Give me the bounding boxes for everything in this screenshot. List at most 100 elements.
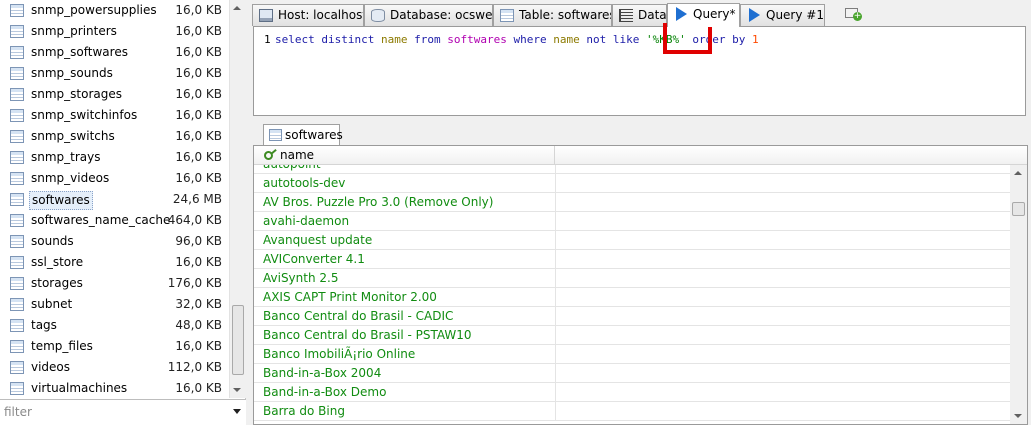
table-row[interactable]: AXIS CAPT Print Monitor 2.00	[254, 288, 1010, 307]
table-row[interactable]: autopoint	[254, 165, 1010, 174]
table-row[interactable]: Band-in-a-Box Demo	[254, 383, 1010, 402]
table-size: 112,0 KB	[167, 360, 222, 374]
name-cell[interactable]: Barra do Bing	[254, 402, 556, 421]
table-icon	[10, 25, 24, 38]
column-header-name[interactable]: name	[254, 146, 555, 165]
table-list-item[interactable]: snmp_videos 16,0 KB	[0, 168, 229, 189]
sql-keyword: select	[275, 33, 315, 46]
table-list-item[interactable]: snmp_printers 16,0 KB	[0, 21, 229, 42]
grid-scrollbar[interactable]	[1010, 165, 1027, 424]
table-list-item[interactable]: snmp_powersupplies 16,0 KB	[0, 0, 229, 21]
sql-editor[interactable]: 1 select distinct name from softwares wh…	[253, 23, 1026, 116]
table-list-item[interactable]: snmp_trays 16,0 KB	[0, 147, 229, 168]
table-list-item[interactable]: virtualmachines 16,0 KB	[0, 378, 229, 398]
table-list-item[interactable]: softwares_name_cache 464,0 KB	[0, 210, 229, 231]
table-list-item[interactable]: storages 176,0 KB	[0, 273, 229, 294]
table-list-item[interactable]: snmp_switchs 16,0 KB	[0, 126, 229, 147]
table-row[interactable]: AVIConverter 4.1	[254, 250, 1010, 269]
table-list-item[interactable]: temp_files 16,0 KB	[0, 336, 229, 357]
sql-keyword: like	[612, 33, 640, 46]
table-list-item[interactable]: snmp_switchinfos 16,0 KB	[0, 105, 229, 126]
new-query-tab-button[interactable]: +	[845, 7, 862, 21]
table-icon	[10, 361, 24, 374]
name-cell[interactable]: AXIS CAPT Print Monitor 2.00	[254, 288, 556, 307]
table-name: softwares_name_cache	[31, 213, 171, 227]
tab-table[interactable]: Table: softwares	[493, 4, 612, 26]
tree-scrollbar[interactable]	[229, 0, 246, 398]
scroll-up-arrow-icon[interactable]	[1014, 171, 1022, 175]
name-cell[interactable]: autopoint	[254, 165, 556, 174]
name-cell[interactable]: Band-in-a-Box 2004	[254, 364, 556, 383]
filter-dropdown-arrow-icon[interactable]	[233, 409, 241, 414]
table-list-item[interactable]: sounds 96,0 KB	[0, 231, 229, 252]
scroll-down-arrow-icon[interactable]	[1014, 414, 1022, 418]
scroll-down-arrow-icon[interactable]	[233, 388, 241, 392]
name-cell[interactable]: AV Bros. Puzzle Pro 3.0 (Remove Only)	[254, 193, 556, 212]
table-list-item[interactable]: ssl_store 16,0 KB	[0, 252, 229, 273]
table-row[interactable]: Avanquest update	[254, 231, 1010, 250]
table-row[interactable]: Band-in-a-Box 2004	[254, 364, 1010, 383]
grid-header: name	[254, 146, 1027, 165]
tab-host-label: Host: localhost	[278, 8, 364, 22]
sql-table-name: softwares	[447, 33, 507, 46]
table-row[interactable]: autotools-dev	[254, 174, 1010, 193]
table-name: storages	[31, 276, 83, 290]
table-size: 16,0 KB	[175, 150, 222, 164]
result-tab-label: softwares	[285, 128, 343, 142]
table-name: snmp_printers	[31, 24, 117, 38]
table-icon	[10, 193, 24, 206]
table-row[interactable]: Banco Central do Brasil - CADIC	[254, 307, 1010, 326]
table-list-item[interactable]: videos 112,0 KB	[0, 357, 229, 378]
tab-query-1[interactable]: Query #1	[740, 4, 825, 26]
grid-scroll-thumb[interactable]	[1012, 202, 1025, 216]
table-size: 16,0 KB	[175, 171, 222, 185]
table-list-item[interactable]: snmp_softwares 16,0 KB	[0, 42, 229, 63]
tab-strip: Host: localhost Database: ocsweb Table: …	[252, 3, 1031, 27]
table-row[interactable]: avahi-daemon	[254, 212, 1010, 231]
table-list-item[interactable]: softwares 24,6 MB	[0, 189, 229, 210]
name-cell[interactable]: AVIConverter 4.1	[254, 250, 556, 269]
tab-database[interactable]: Database: ocsweb	[364, 4, 493, 26]
table-icon	[10, 172, 24, 185]
table-list-item[interactable]: subnet 32,0 KB	[0, 294, 229, 315]
table-size: 16,0 KB	[175, 66, 222, 80]
name-cell[interactable]: AviSynth 2.5	[254, 269, 556, 288]
name-cell[interactable]: avahi-daemon	[254, 212, 556, 231]
table-size: 48,0 KB	[175, 318, 222, 332]
result-grid[interactable]: name autopointautotools-devAV Bros. Puzz…	[253, 145, 1028, 425]
tab-host[interactable]: Host: localhost	[252, 4, 364, 26]
tab-data[interactable]: Data	[612, 4, 667, 26]
table-row[interactable]: Banco ImobiliÃ¡rio Online	[254, 345, 1010, 364]
filter-input[interactable]	[0, 402, 225, 422]
filter-box[interactable]	[0, 399, 246, 425]
name-cell[interactable]: Band-in-a-Box Demo	[254, 383, 556, 402]
table-list-item[interactable]: snmp_sounds 16,0 KB	[0, 63, 229, 84]
name-cell[interactable]: autotools-dev	[254, 174, 556, 193]
tab-query-label: Query*	[693, 7, 736, 21]
database-icon	[371, 9, 385, 22]
table-size: 32,0 KB	[175, 297, 222, 311]
scroll-up-arrow-icon[interactable]	[233, 6, 241, 10]
table-size: 96,0 KB	[175, 234, 222, 248]
tree-scroll-thumb[interactable]	[232, 305, 244, 375]
sql-code-line[interactable]: 1 select distinct name from softwares wh…	[254, 32, 759, 48]
table-icon	[10, 256, 24, 269]
table-size: 16,0 KB	[175, 129, 222, 143]
table-row[interactable]: Barra do Bing	[254, 402, 1010, 421]
table-row[interactable]: AviSynth 2.5	[254, 269, 1010, 288]
table-icon	[10, 4, 24, 17]
name-cell[interactable]: Banco Central do Brasil - PSTAW10	[254, 326, 556, 345]
table-list-item[interactable]: snmp_storages 16,0 KB	[0, 84, 229, 105]
table-row[interactable]: Banco Central do Brasil - PSTAW10	[254, 326, 1010, 345]
table-name: videos	[31, 360, 71, 374]
name-cell[interactable]: Avanquest update	[254, 231, 556, 250]
result-tab-softwares[interactable]: softwares	[263, 124, 343, 145]
table-name: snmp_switchs	[31, 129, 115, 143]
table-list-item[interactable]: tags 48,0 KB	[0, 315, 229, 336]
name-cell[interactable]: Banco ImobiliÃ¡rio Online	[254, 345, 556, 364]
sql-string-literal: '%KB%'	[645, 33, 686, 46]
name-cell[interactable]: Banco Central do Brasil - CADIC	[254, 307, 556, 326]
table-icon	[10, 319, 24, 332]
table-row[interactable]: AV Bros. Puzzle Pro 3.0 (Remove Only)	[254, 193, 1010, 212]
tab-query-active[interactable]: Query*	[667, 3, 740, 27]
